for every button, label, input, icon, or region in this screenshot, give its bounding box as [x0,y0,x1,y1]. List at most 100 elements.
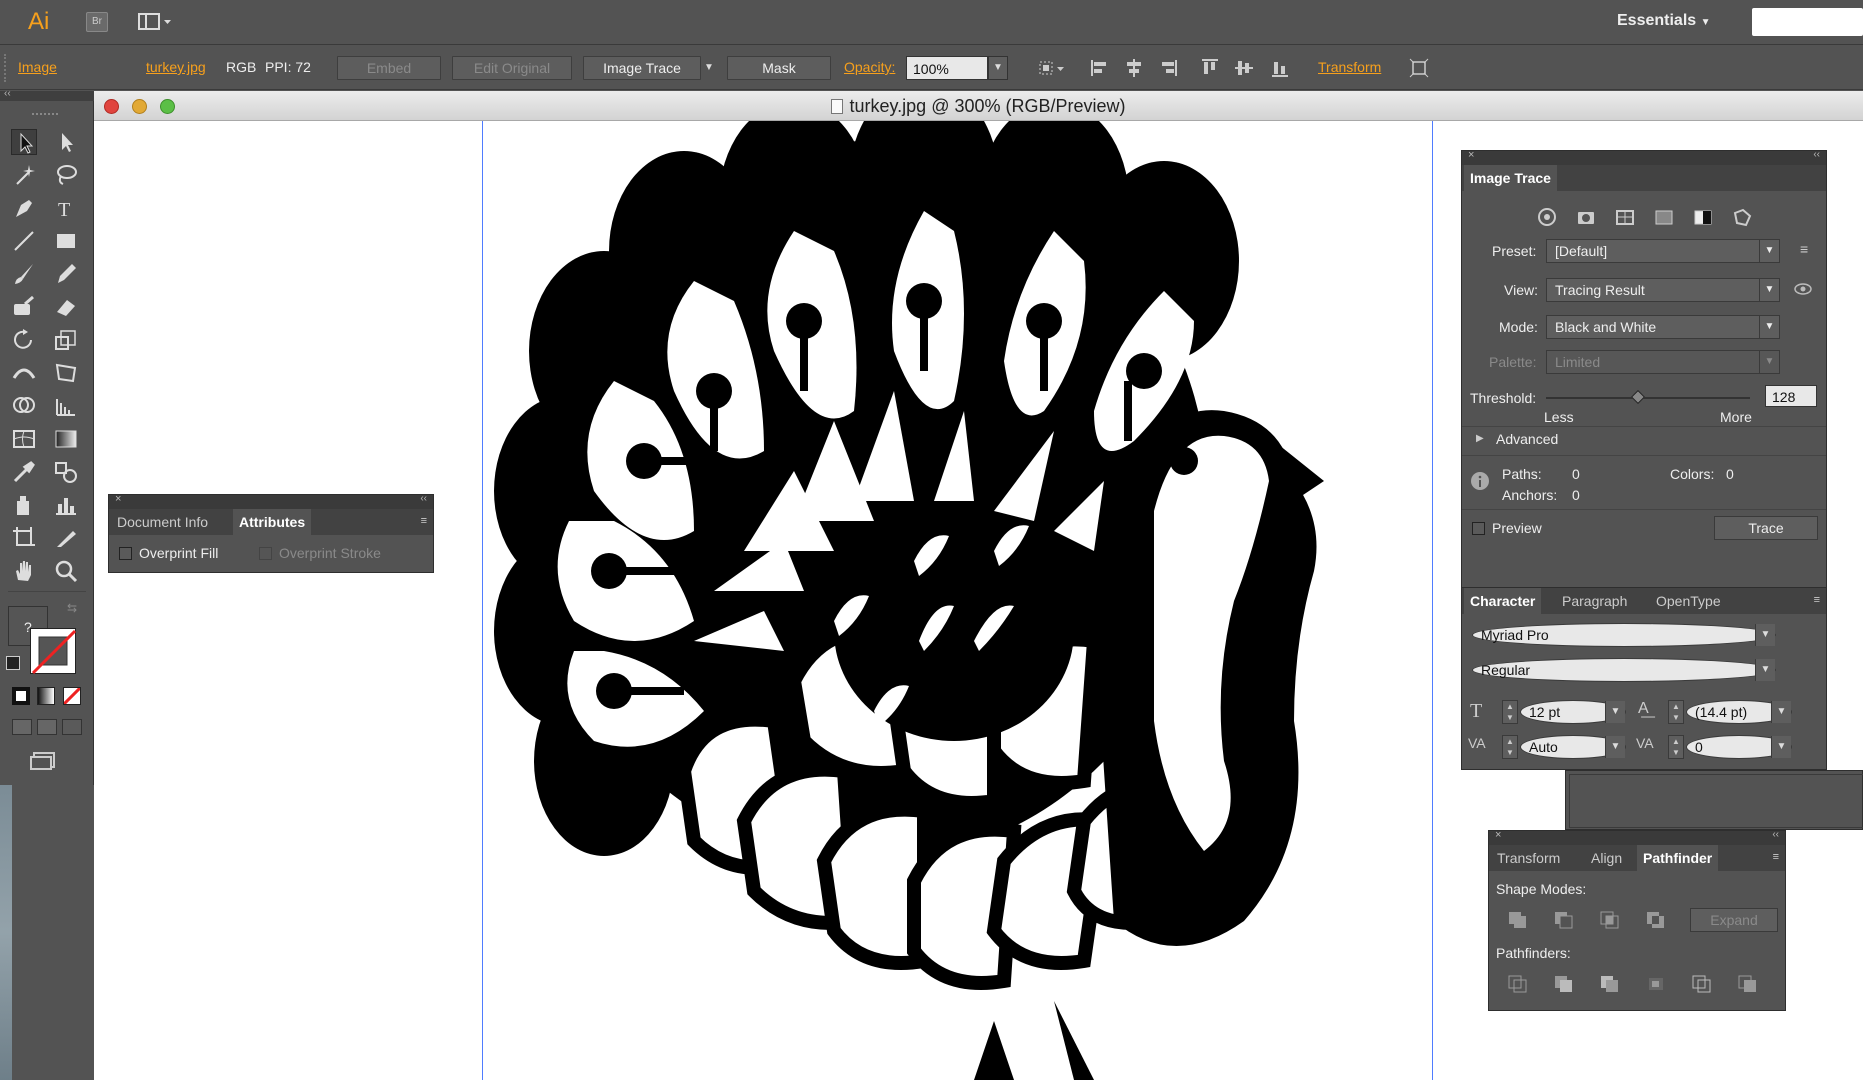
tracking-stepper[interactable]: ▲ ▼ [1668,735,1684,759]
tools-grip[interactable] [32,113,58,116]
close-panel-icon[interactable]: × [1468,149,1474,161]
lasso-tool[interactable] [53,162,79,188]
column-graph-tool[interactable] [53,492,79,518]
kerning-stepper[interactable]: ▲ ▼ [1502,735,1518,759]
opacity-label-link[interactable]: Opacity: [844,59,895,75]
arrange-documents-button[interactable] [138,13,174,31]
zoom-window-button[interactable] [160,99,175,114]
eyedropper-tool[interactable] [11,459,37,485]
turkey-image[interactable] [483,121,1431,1080]
font-size-stepper[interactable]: ▲ ▼ [1502,700,1518,724]
search-help-input[interactable] [1752,8,1863,36]
minus-front-icon[interactable] [1553,910,1575,930]
tab-align[interactable]: Align [1585,845,1628,871]
embed-button[interactable]: Embed [337,56,441,80]
trim-icon[interactable] [1553,974,1575,994]
leading-input[interactable]: (14.4 pt) ▼ [1686,700,1792,724]
preview-checkbox[interactable] [1472,522,1485,535]
font-family-dropdown[interactable]: Myriad Pro ▼ [1472,623,1776,647]
overprint-fill-checkbox[interactable] [119,547,132,560]
threshold-input[interactable]: 128 [1765,385,1817,407]
tab-transform[interactable]: Transform [1491,845,1566,871]
tab-paragraph[interactable]: Paragraph [1556,588,1633,614]
font-style-dropdown[interactable]: Regular ▼ [1472,658,1776,682]
low-color-preset-icon[interactable] [1614,207,1636,227]
mask-button[interactable]: Mask [727,56,831,80]
document-title-bar[interactable]: turkey.jpg @ 300% (RGB/Preview) [94,91,1863,121]
none-mode-button[interactable] [62,686,82,706]
advanced-disclosure-icon[interactable]: ▶ [1476,433,1484,444]
font-size-input[interactable]: 12 pt ▼ [1520,700,1626,724]
outline-icon[interactable] [1691,974,1713,994]
symbol-sprayer-tool[interactable] [11,492,37,518]
high-color-preset-icon[interactable] [1575,207,1597,227]
align-vertical-center-icon[interactable] [1234,58,1254,78]
linked-file-link[interactable]: turkey.jpg [146,59,206,75]
default-fill-stroke-icon[interactable] [6,656,20,670]
magic-wand-tool[interactable] [11,162,37,188]
align-left-icon[interactable] [1090,58,1110,78]
align-horizontal-center-icon[interactable] [1124,58,1144,78]
trace-button[interactable]: Trace [1714,516,1818,540]
color-mode-button[interactable] [12,687,30,705]
collapse-icon[interactable]: ‹‹ [4,88,11,99]
crop-icon[interactable] [1645,974,1667,994]
close-window-button[interactable] [104,99,119,114]
pen-tool[interactable] [11,195,37,221]
go-to-bridge-button[interactable]: Br [86,12,108,32]
mesh-tool[interactable] [11,426,37,452]
align-bottom-icon[interactable] [1270,58,1290,78]
selection-type-link[interactable]: Image [18,59,57,75]
minimize-window-button[interactable] [132,99,147,114]
width-tool[interactable] [11,360,37,386]
tracking-input[interactable]: 0 ▼ [1686,735,1792,759]
tab-character[interactable]: Character [1464,588,1542,614]
shape-builder-tool[interactable] [11,393,37,419]
expand-button[interactable]: Expand [1690,908,1778,932]
preset-dropdown[interactable]: [Default] ▼ [1546,239,1780,263]
panel-menu-icon[interactable]: ≡ [1773,851,1779,863]
attributes-panel-header[interactable]: × ‹‹ [109,493,433,509]
panel-menu-icon[interactable]: ≡ [1814,594,1820,606]
opacity-dropdown-arrow-icon[interactable]: ▼ [988,56,1008,80]
artboard-tool[interactable] [11,525,37,551]
eraser-tool[interactable] [53,294,79,320]
blob-brush-tool[interactable] [11,294,37,320]
scale-tool[interactable] [53,327,79,353]
image-trace-button[interactable]: Image Trace [583,56,701,80]
tools-panel-header[interactable]: ‹‹ [0,88,94,101]
edit-original-button[interactable]: Edit Original [452,56,572,80]
align-right-icon[interactable] [1158,58,1178,78]
auto-color-preset-icon[interactable] [1536,207,1558,227]
tab-attributes[interactable]: Attributes [233,509,312,535]
blend-tool[interactable] [53,459,79,485]
manage-presets-icon[interactable]: ≡ [1800,241,1808,257]
panel-menu-icon[interactable]: ≡ [421,515,427,527]
threshold-slider-thumb[interactable] [1630,389,1645,405]
collapse-panel-icon[interactable]: ‹‹ [1813,149,1820,160]
free-transform-tool[interactable] [53,360,79,386]
advanced-label[interactable]: Advanced [1496,431,1558,447]
change-screen-mode-button[interactable] [30,751,58,771]
view-dropdown[interactable]: Tracing Result ▼ [1546,278,1780,302]
palette-dropdown[interactable]: Limited ▼ [1546,350,1780,374]
swap-fill-stroke-icon[interactable]: ⇆ [67,601,77,615]
align-top-icon[interactable] [1200,58,1220,78]
image-trace-panel-header[interactable]: × ‹‹ [1462,149,1826,165]
line-segment-tool[interactable] [11,228,37,254]
exclude-icon[interactable] [1645,910,1667,930]
opacity-input[interactable]: 100% [906,56,988,80]
intersect-icon[interactable] [1599,910,1621,930]
tab-opentype[interactable]: OpenType [1650,588,1727,614]
outline-preset-icon[interactable] [1731,207,1753,227]
grayscale-preset-icon[interactable] [1653,207,1675,227]
black-and-white-preset-icon[interactable] [1692,207,1714,227]
merge-icon[interactable] [1599,974,1621,994]
zoom-tool[interactable] [53,558,79,584]
stroke-swatch[interactable] [30,628,77,675]
draw-behind-button[interactable] [37,719,57,735]
transform-link[interactable]: Transform [1318,59,1381,75]
draw-normal-button[interactable] [12,719,32,735]
slice-tool[interactable] [53,525,79,551]
pencil-tool[interactable] [53,261,79,287]
